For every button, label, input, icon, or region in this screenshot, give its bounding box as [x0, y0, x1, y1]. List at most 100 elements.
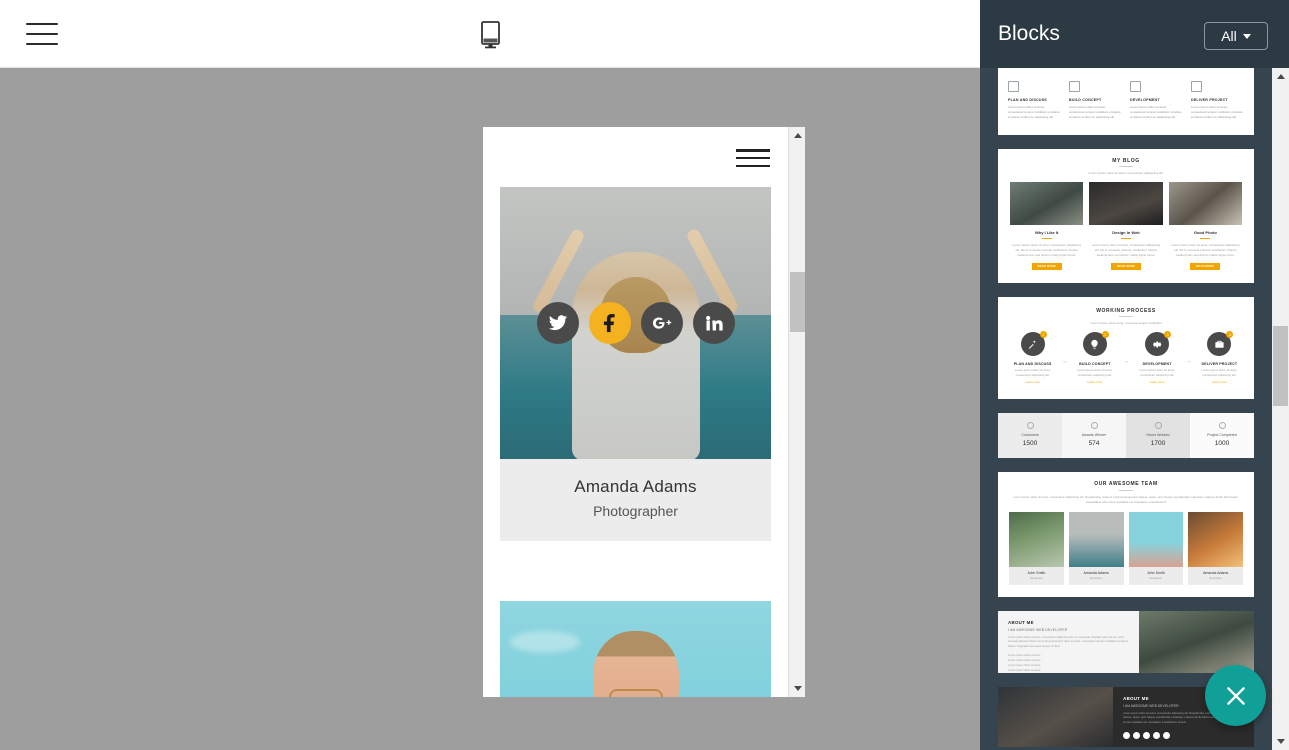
- hamburger-menu-icon[interactable]: [26, 20, 58, 48]
- block-thumbnail-counters[interactable]: Customers 1500 Awards Winner 574 Hours W…: [998, 413, 1254, 458]
- close-icon: [1223, 683, 1249, 709]
- counter-item: Hours Worked 1700: [1126, 413, 1190, 458]
- blocks-panel-scrollbar[interactable]: [1272, 68, 1289, 750]
- site-preview-content: Amanda Adams Photographer: [483, 127, 788, 697]
- scroll-down-icon[interactable]: [1272, 733, 1289, 750]
- process-step: 3 DEVELOPMENT Lorem ipsum dolor sit amet…: [1133, 332, 1182, 385]
- social-links: [537, 302, 735, 344]
- blog-post-text: Lorem ipsum dolor sit amet, consectetur …: [1010, 243, 1083, 258]
- learn-more-link[interactable]: Learn more: [1195, 380, 1244, 385]
- social-dot-icon[interactable]: [1153, 732, 1160, 739]
- scroll-down-icon[interactable]: [789, 680, 805, 697]
- trophy-icon: [1091, 422, 1098, 429]
- social-dot-icon[interactable]: [1133, 732, 1140, 739]
- learn-more-link[interactable]: Learn more: [1133, 380, 1182, 385]
- google-plus-icon[interactable]: [641, 302, 683, 344]
- preview-scrollbar-thumb[interactable]: [790, 272, 805, 332]
- process-subtitle: Lorem ipsum dolor amet, consecte tempor …: [1008, 321, 1244, 325]
- counter-item: Awards Winner 574: [1062, 413, 1126, 458]
- team-member-role: Developer: [1009, 576, 1064, 580]
- team-member-role: Developer: [1129, 576, 1184, 580]
- title-divider: [1119, 490, 1133, 491]
- social-dot-icon[interactable]: [1163, 732, 1170, 739]
- title-divider: [1119, 316, 1133, 317]
- filter-all-button[interactable]: All: [1204, 22, 1268, 50]
- process-title: WORKING PROCESS: [1008, 308, 1244, 314]
- blog-subtitle: Lorem ipsum dolor sit amet, consectetur …: [1010, 171, 1242, 175]
- social-dot-icon[interactable]: [1143, 732, 1150, 739]
- app-root: Amanda Adams Photographer: [0, 0, 1289, 750]
- blog-post-text: Lorem ipsum dolor sit amet, consectetur …: [1169, 243, 1242, 258]
- team-member-name: Amanda Adams: [1188, 571, 1243, 575]
- feature-text: Lorem ipsum dolor sit amet, consectetur …: [1008, 105, 1061, 120]
- counter-item: Customers 1500: [998, 413, 1062, 458]
- twitter-icon[interactable]: [537, 302, 579, 344]
- rocket-icon: [1191, 81, 1202, 92]
- step-text: Lorem ipsum dolor sit amet, consectetur …: [1195, 368, 1244, 378]
- blocks-scrollbar-thumb[interactable]: [1273, 326, 1288, 406]
- block-thumbnail-team[interactable]: OUR AWESOME TEAM Lorem ipsum dolor sit a…: [998, 472, 1254, 597]
- cloud-shape: [510, 631, 580, 653]
- team-member-photo: [1188, 512, 1243, 567]
- counter-label: Hours Worked: [1129, 433, 1187, 437]
- blog-post-image: [1169, 182, 1242, 225]
- facebook-icon[interactable]: [589, 302, 631, 344]
- scroll-up-icon[interactable]: [789, 127, 805, 144]
- blog-post-card: Design In Web Lorem ipsum dolor sit amet…: [1089, 182, 1162, 269]
- team-member-photo: [1009, 512, 1064, 567]
- site-preview-frame: Amanda Adams Photographer: [483, 127, 805, 697]
- clock-icon: [1155, 422, 1162, 429]
- block-thumbnail-working-process[interactable]: WORKING PROCESS Lorem ipsum dolor amet, …: [998, 297, 1254, 399]
- block-thumbnail-about-light[interactable]: ABOUT ME I AM AWESOME WEB DEVELOPER Lore…: [998, 611, 1254, 673]
- learn-more-link[interactable]: Learn more: [1008, 380, 1057, 385]
- counter-item: Project Completed 1000: [1190, 413, 1254, 458]
- team-title: OUR AWESOME TEAM: [1009, 481, 1243, 487]
- social-dot-icon[interactable]: [1123, 732, 1130, 739]
- feature-item: DELIVER PROJECT Lorem ipsum dolor sit am…: [1191, 81, 1244, 120]
- desktop-monitor-icon[interactable]: [472, 16, 508, 52]
- preview-scrollbar[interactable]: [788, 127, 805, 697]
- blog-post-text: Lorem ipsum dolor sit amet, consectetur …: [1089, 243, 1162, 258]
- profile-name: Amanda Adams: [500, 477, 771, 497]
- about-list: Lorem ipsum dolor sit amet Lorem ipsum d…: [1008, 653, 1129, 674]
- arrow-right-icon: →: [1185, 358, 1192, 365]
- blog-post-title: Design In Web: [1089, 230, 1162, 235]
- about-social-icons: [1123, 732, 1244, 739]
- blog-post-image: [1010, 182, 1083, 225]
- briefcase-icon: 4: [1207, 332, 1231, 356]
- read-more-button[interactable]: READ MORE: [1190, 263, 1220, 270]
- scroll-up-icon[interactable]: [1272, 68, 1289, 85]
- block-thumbnail-blog[interactable]: MY BLOG Lorem ipsum dolor sit amet, cons…: [998, 149, 1254, 283]
- block-thumbnail-features[interactable]: PLAN AND DISCUSS Lorem ipsum dolor sit a…: [998, 68, 1254, 135]
- team-member-name: John Smith: [1009, 571, 1064, 575]
- panel-title: Blocks: [998, 22, 1060, 46]
- read-more-button[interactable]: READ MORE: [1111, 263, 1141, 270]
- arrow-right-icon: →: [1060, 358, 1067, 365]
- counter-label: Customers: [1001, 433, 1059, 437]
- feature-text: Lorem ipsum dolor sit amet, consectetur …: [1130, 105, 1183, 120]
- blocks-list[interactable]: PLAN AND DISCUSS Lorem ipsum dolor sit a…: [980, 68, 1272, 750]
- person-head: [593, 631, 679, 697]
- step-title: PLAN AND DISCUSS: [1008, 362, 1057, 366]
- process-step: 1 PLAN AND DISCUSS Lorem ipsum dolor sit…: [1008, 332, 1057, 385]
- team-member-card: John Smith Developer: [1009, 512, 1064, 586]
- step-text: Lorem ipsum dolor sit amet, consectetur …: [1008, 368, 1057, 378]
- team-member-photo: [1069, 512, 1124, 567]
- feature-title: DEVELOPMENT: [1130, 98, 1183, 102]
- linkedin-icon[interactable]: [693, 302, 735, 344]
- blog-post-title: Good Photo: [1169, 230, 1242, 235]
- step-title: DELIVER PROJECT: [1195, 362, 1244, 366]
- about-subtitle: I AM AWESOME WEB DEVELOPER: [1008, 628, 1129, 632]
- title-divider: [1200, 238, 1210, 239]
- read-more-button[interactable]: READ MORE: [1032, 263, 1062, 270]
- counter-label: Project Completed: [1193, 433, 1251, 437]
- counter-label: Awards Winner: [1065, 433, 1123, 437]
- close-panel-button[interactable]: [1205, 665, 1266, 726]
- learn-more-link[interactable]: Learn more: [1070, 380, 1119, 385]
- feature-item: BUILD CONCEPT Lorem ipsum dolor sit amet…: [1069, 81, 1122, 120]
- team-subtitle: Lorem ipsum dolor sit amet, consectetur …: [1009, 495, 1243, 505]
- hamburger-menu-icon[interactable]: [736, 149, 770, 167]
- step-title: DEVELOPMENT: [1133, 362, 1182, 366]
- counter-value: 574: [1065, 440, 1123, 447]
- step-number-badge: 1: [1040, 331, 1047, 338]
